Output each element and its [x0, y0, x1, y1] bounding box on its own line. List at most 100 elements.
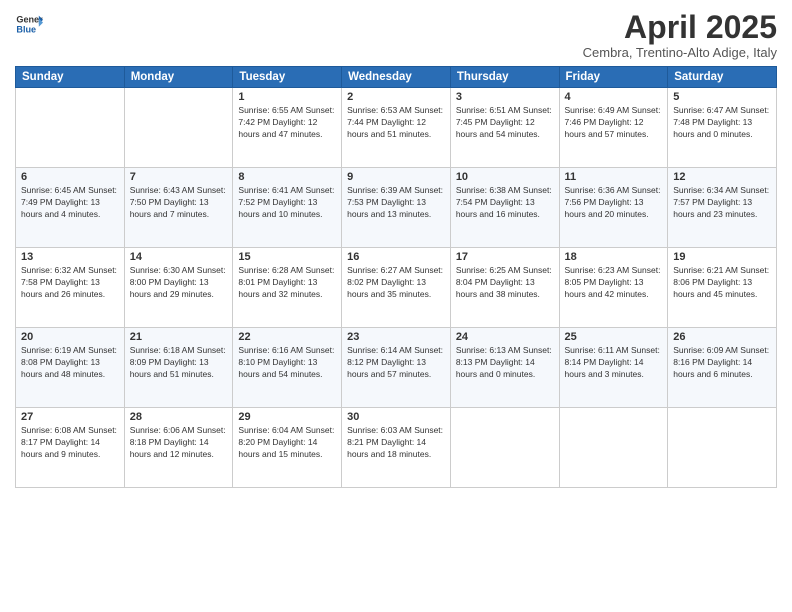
day-info: Sunrise: 6:32 AM Sunset: 7:58 PM Dayligh… — [21, 265, 119, 301]
day-number: 10 — [456, 171, 554, 183]
day-info: Sunrise: 6:25 AM Sunset: 8:04 PM Dayligh… — [456, 265, 554, 301]
title-block: April 2025 Cembra, Trentino-Alto Adige, … — [583, 10, 777, 60]
day-number: 18 — [565, 251, 663, 263]
calendar: Sunday Monday Tuesday Wednesday Thursday… — [15, 66, 777, 488]
table-row: 22 Sunrise: 6:16 AM Sunset: 8:10 PM Dayli… — [233, 328, 342, 408]
day-info: Sunrise: 6:09 AM Sunset: 8:16 PM Dayligh… — [673, 345, 771, 381]
day-number: 6 — [21, 171, 119, 183]
calendar-week-row: 20 Sunrise: 6:19 AM Sunset: 8:08 PM Dayli… — [16, 328, 777, 408]
day-info: Sunrise: 6:47 AM Sunset: 7:48 PM Dayligh… — [673, 105, 771, 141]
day-number: 29 — [238, 411, 336, 423]
day-number: 11 — [565, 171, 663, 183]
logo: General Blue — [15, 10, 43, 38]
day-number: 30 — [347, 411, 445, 423]
table-row — [559, 408, 668, 488]
col-monday: Monday — [124, 67, 233, 88]
calendar-week-row: 13 Sunrise: 6:32 AM Sunset: 7:58 PM Dayli… — [16, 248, 777, 328]
table-row: 20 Sunrise: 6:19 AM Sunset: 8:08 PM Dayli… — [16, 328, 125, 408]
logo-icon: General Blue — [15, 10, 43, 38]
day-info: Sunrise: 6:27 AM Sunset: 8:02 PM Dayligh… — [347, 265, 445, 301]
day-number: 7 — [130, 171, 228, 183]
table-row: 13 Sunrise: 6:32 AM Sunset: 7:58 PM Dayli… — [16, 248, 125, 328]
table-row — [124, 88, 233, 168]
day-number: 3 — [456, 91, 554, 103]
table-row: 29 Sunrise: 6:04 AM Sunset: 8:20 PM Dayli… — [233, 408, 342, 488]
day-info: Sunrise: 6:41 AM Sunset: 7:52 PM Dayligh… — [238, 185, 336, 221]
day-info: Sunrise: 6:18 AM Sunset: 8:09 PM Dayligh… — [130, 345, 228, 381]
day-number: 23 — [347, 331, 445, 343]
table-row: 9 Sunrise: 6:39 AM Sunset: 7:53 PM Daylig… — [342, 168, 451, 248]
table-row: 5 Sunrise: 6:47 AM Sunset: 7:48 PM Daylig… — [668, 88, 777, 168]
table-row: 7 Sunrise: 6:43 AM Sunset: 7:50 PM Daylig… — [124, 168, 233, 248]
col-tuesday: Tuesday — [233, 67, 342, 88]
table-row: 15 Sunrise: 6:28 AM Sunset: 8:01 PM Dayli… — [233, 248, 342, 328]
day-info: Sunrise: 6:21 AM Sunset: 8:06 PM Dayligh… — [673, 265, 771, 301]
table-row: 19 Sunrise: 6:21 AM Sunset: 8:06 PM Dayli… — [668, 248, 777, 328]
table-row: 27 Sunrise: 6:08 AM Sunset: 8:17 PM Dayli… — [16, 408, 125, 488]
day-info: Sunrise: 6:34 AM Sunset: 7:57 PM Dayligh… — [673, 185, 771, 221]
calendar-week-row: 27 Sunrise: 6:08 AM Sunset: 8:17 PM Dayli… — [16, 408, 777, 488]
day-number: 2 — [347, 91, 445, 103]
day-info: Sunrise: 6:13 AM Sunset: 8:13 PM Dayligh… — [456, 345, 554, 381]
subtitle: Cembra, Trentino-Alto Adige, Italy — [583, 45, 777, 60]
day-info: Sunrise: 6:55 AM Sunset: 7:42 PM Dayligh… — [238, 105, 336, 141]
day-number: 21 — [130, 331, 228, 343]
day-info: Sunrise: 6:08 AM Sunset: 8:17 PM Dayligh… — [21, 425, 119, 461]
day-info: Sunrise: 6:23 AM Sunset: 8:05 PM Dayligh… — [565, 265, 663, 301]
calendar-week-row: 1 Sunrise: 6:55 AM Sunset: 7:42 PM Daylig… — [16, 88, 777, 168]
table-row: 4 Sunrise: 6:49 AM Sunset: 7:46 PM Daylig… — [559, 88, 668, 168]
day-number: 14 — [130, 251, 228, 263]
day-number: 22 — [238, 331, 336, 343]
day-number: 8 — [238, 171, 336, 183]
col-saturday: Saturday — [668, 67, 777, 88]
day-info: Sunrise: 6:19 AM Sunset: 8:08 PM Dayligh… — [21, 345, 119, 381]
table-row: 16 Sunrise: 6:27 AM Sunset: 8:02 PM Dayli… — [342, 248, 451, 328]
day-number: 4 — [565, 91, 663, 103]
day-number: 12 — [673, 171, 771, 183]
col-thursday: Thursday — [450, 67, 559, 88]
svg-text:Blue: Blue — [16, 24, 36, 34]
table-row: 10 Sunrise: 6:38 AM Sunset: 7:54 PM Dayli… — [450, 168, 559, 248]
day-info: Sunrise: 6:38 AM Sunset: 7:54 PM Dayligh… — [456, 185, 554, 221]
day-info: Sunrise: 6:39 AM Sunset: 7:53 PM Dayligh… — [347, 185, 445, 221]
day-info: Sunrise: 6:45 AM Sunset: 7:49 PM Dayligh… — [21, 185, 119, 221]
table-row: 30 Sunrise: 6:03 AM Sunset: 8:21 PM Dayli… — [342, 408, 451, 488]
day-number: 1 — [238, 91, 336, 103]
day-info: Sunrise: 6:16 AM Sunset: 8:10 PM Dayligh… — [238, 345, 336, 381]
col-sunday: Sunday — [16, 67, 125, 88]
table-row: 6 Sunrise: 6:45 AM Sunset: 7:49 PM Daylig… — [16, 168, 125, 248]
table-row: 24Sunrise: 6:13 AM Sunset: 8:13 PM Dayli… — [450, 328, 559, 408]
day-number: 25 — [565, 331, 663, 343]
day-number: 17 — [456, 251, 554, 263]
day-info: Sunrise: 6:43 AM Sunset: 7:50 PM Dayligh… — [130, 185, 228, 221]
day-info: Sunrise: 6:28 AM Sunset: 8:01 PM Dayligh… — [238, 265, 336, 301]
day-number: 15 — [238, 251, 336, 263]
day-number: 5 — [673, 91, 771, 103]
table-row: 14 Sunrise: 6:30 AM Sunset: 8:00 PM Dayli… — [124, 248, 233, 328]
table-row: 17 Sunrise: 6:25 AM Sunset: 8:04 PM Dayli… — [450, 248, 559, 328]
day-info: Sunrise: 6:30 AM Sunset: 8:00 PM Dayligh… — [130, 265, 228, 301]
table-row: 26 Sunrise: 6:09 AM Sunset: 8:16 PM Dayli… — [668, 328, 777, 408]
table-row: 21 Sunrise: 6:18 AM Sunset: 8:09 PM Dayli… — [124, 328, 233, 408]
day-number: 16 — [347, 251, 445, 263]
day-info: Sunrise: 6:04 AM Sunset: 8:20 PM Dayligh… — [238, 425, 336, 461]
day-info: Sunrise: 6:36 AM Sunset: 7:56 PM Dayligh… — [565, 185, 663, 221]
day-info: Sunrise: 6:53 AM Sunset: 7:44 PM Dayligh… — [347, 105, 445, 141]
day-number: 27 — [21, 411, 119, 423]
day-number: 20 — [21, 331, 119, 343]
day-number: 13 — [21, 251, 119, 263]
table-row: 2 Sunrise: 6:53 AM Sunset: 7:44 PM Daylig… — [342, 88, 451, 168]
day-info: Sunrise: 6:49 AM Sunset: 7:46 PM Dayligh… — [565, 105, 663, 141]
table-row — [16, 88, 125, 168]
day-number: 26 — [673, 331, 771, 343]
col-wednesday: Wednesday — [342, 67, 451, 88]
table-row — [668, 408, 777, 488]
day-number: 19 — [673, 251, 771, 263]
day-number: 9 — [347, 171, 445, 183]
table-row: 3Sunrise: 6:51 AM Sunset: 7:45 PM Daylig… — [450, 88, 559, 168]
col-friday: Friday — [559, 67, 668, 88]
day-info: Sunrise: 6:03 AM Sunset: 8:21 PM Dayligh… — [347, 425, 445, 461]
day-info: Sunrise: 6:14 AM Sunset: 8:12 PM Dayligh… — [347, 345, 445, 381]
table-row: 18 Sunrise: 6:23 AM Sunset: 8:05 PM Dayli… — [559, 248, 668, 328]
calendar-week-row: 6 Sunrise: 6:45 AM Sunset: 7:49 PM Daylig… — [16, 168, 777, 248]
